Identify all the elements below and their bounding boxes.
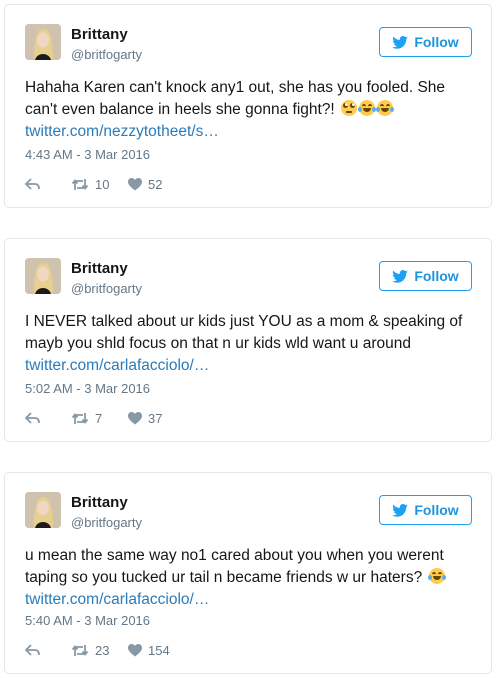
twitter-bird-icon bbox=[392, 503, 409, 517]
tweet-link[interactable]: twitter.com/nezzytotheet/s… bbox=[25, 121, 475, 143]
tweet-body: u mean the same way no1 cared about you … bbox=[25, 547, 444, 586]
retweet-count: 7 bbox=[95, 410, 103, 426]
retweet-count: 23 bbox=[95, 642, 110, 658]
timestamp[interactable]: 5:40 AM - 3 Mar 2016 bbox=[25, 613, 150, 628]
retweet-button[interactable]: 10 bbox=[71, 177, 128, 192]
heart-icon bbox=[128, 177, 142, 190]
tweet-card: Brittany @britfogarty Follow I NEVER tal… bbox=[4, 238, 492, 442]
face-with-rolling-eyes-icon bbox=[341, 100, 358, 116]
tweet-card: Brittany @britfogarty Follow u mean the … bbox=[4, 472, 492, 674]
tweet-card: Brittany @britfogarty Follow Hahaha Kare… bbox=[4, 4, 492, 208]
face-with-tears-of-joy-icon bbox=[376, 100, 395, 116]
face-with-tears-of-joy-icon bbox=[427, 568, 446, 584]
user-handle[interactable]: @britfogarty bbox=[71, 281, 142, 296]
retweet-count: 10 bbox=[95, 176, 110, 192]
like-button[interactable]: 154 bbox=[128, 643, 170, 658]
heart-icon bbox=[128, 643, 142, 656]
avatar[interactable] bbox=[25, 24, 61, 60]
avatar[interactable] bbox=[25, 258, 61, 294]
heart-icon bbox=[128, 411, 142, 424]
follow-label: Follow bbox=[414, 502, 459, 518]
like-button[interactable]: 37 bbox=[128, 411, 162, 426]
retweet-icon bbox=[71, 644, 89, 656]
tweet-actions: 10 52 bbox=[25, 175, 162, 193]
retweet-button[interactable]: 23 bbox=[71, 643, 128, 658]
tweet-text: u mean the same way no1 cared about you … bbox=[25, 545, 475, 611]
reply-button[interactable] bbox=[25, 412, 71, 424]
follow-button[interactable]: Follow bbox=[379, 261, 472, 291]
like-count: 52 bbox=[148, 176, 163, 192]
follow-button[interactable]: Follow bbox=[379, 495, 472, 525]
reply-icon bbox=[25, 412, 40, 424]
tweet-text: I NEVER talked about ur kids just YOU as… bbox=[25, 311, 475, 377]
follow-label: Follow bbox=[414, 268, 459, 284]
user-name[interactable]: Brittany bbox=[71, 494, 128, 511]
follow-button[interactable]: Follow bbox=[379, 27, 472, 57]
like-count: 154 bbox=[148, 642, 170, 658]
retweet-button[interactable]: 7 bbox=[71, 411, 128, 426]
face-with-tears-of-joy-icon bbox=[358, 100, 377, 116]
like-count: 37 bbox=[148, 410, 163, 426]
follow-label: Follow bbox=[414, 34, 459, 50]
user-handle[interactable]: @britfogarty bbox=[71, 515, 142, 530]
tweet-link[interactable]: twitter.com/carlafacciolo/… bbox=[25, 355, 475, 377]
twitter-bird-icon bbox=[392, 269, 409, 283]
reply-button[interactable] bbox=[25, 644, 71, 656]
tweet-actions: 23 154 bbox=[25, 641, 170, 659]
timestamp[interactable]: 5:02 AM - 3 Mar 2016 bbox=[25, 381, 150, 396]
user-handle[interactable]: @britfogarty bbox=[71, 47, 142, 62]
reply-icon bbox=[25, 644, 40, 656]
timestamp[interactable]: 4:43 AM - 3 Mar 2016 bbox=[25, 147, 150, 162]
tweet-text: Hahaha Karen can't knock any1 out, she h… bbox=[25, 77, 475, 143]
retweet-icon bbox=[71, 412, 89, 424]
reply-button[interactable] bbox=[25, 178, 71, 190]
retweet-icon bbox=[71, 178, 89, 190]
like-button[interactable]: 52 bbox=[128, 177, 162, 192]
reply-icon bbox=[25, 178, 40, 190]
tweet-actions: 7 37 bbox=[25, 409, 162, 427]
user-name[interactable]: Brittany bbox=[71, 26, 128, 43]
tweet-body: I NEVER talked about ur kids just YOU as… bbox=[25, 313, 463, 352]
user-name[interactable]: Brittany bbox=[71, 260, 128, 277]
tweet-link[interactable]: twitter.com/carlafacciolo/… bbox=[25, 589, 475, 611]
twitter-bird-icon bbox=[392, 35, 409, 49]
avatar[interactable] bbox=[25, 492, 61, 528]
